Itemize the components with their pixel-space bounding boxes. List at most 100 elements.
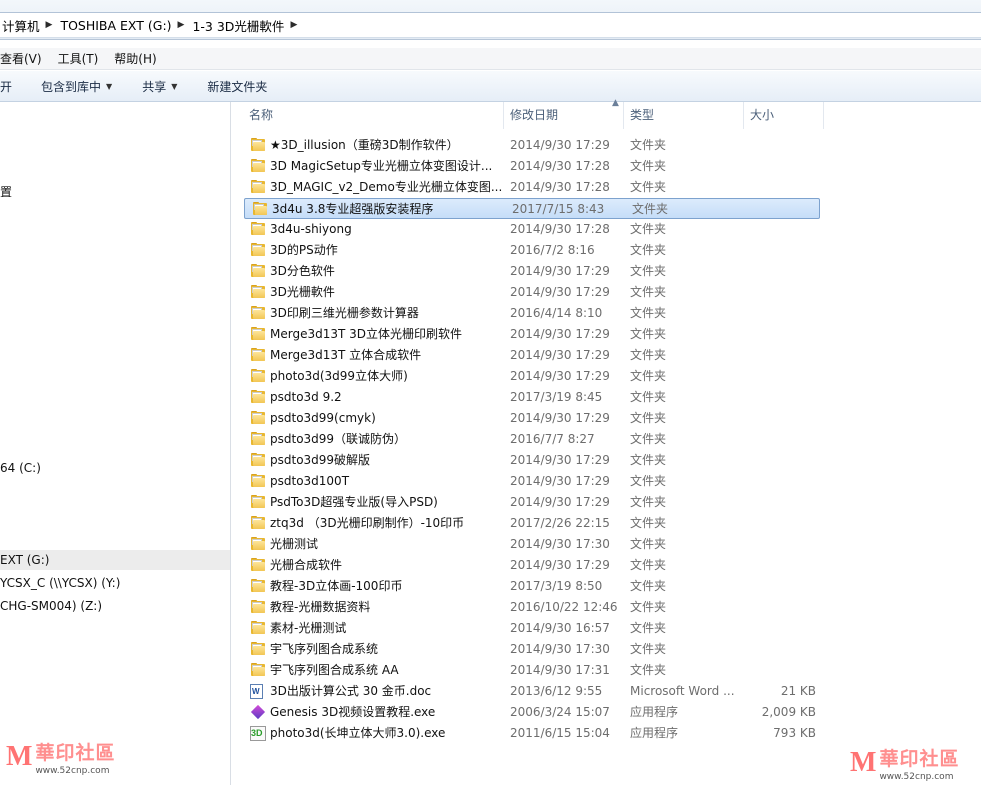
folder-icon (250, 222, 266, 236)
breadcrumb[interactable]: 计算机 ▶ TOSHIBA EXT (G:) ▶ 1-3 3D光栅軟件 ▶ (0, 12, 981, 38)
file-row[interactable]: 素材-光栅测试 2014/9/30 16:57 文件夹 (243, 618, 821, 639)
nav-item-drive-z[interactable]: CHG-SM004) (Z:) (0, 596, 102, 616)
column-size[interactable]: 大小 (744, 102, 824, 129)
file-name: 教程-3D立体画-100印币 (270, 579, 403, 593)
file-row[interactable]: 3d4u 3.8专业超强版安装程序 2017/7/15 8:43 文件夹 (244, 198, 820, 219)
file-type: 文件夹 (630, 600, 667, 614)
file-row[interactable]: psdto3d100T 2014/9/30 17:29 文件夹 (243, 471, 821, 492)
nav-item-drive-y[interactable]: YCSX_C (\\YCSX) (Y:) (0, 573, 120, 593)
folder-icon (250, 306, 266, 320)
column-date-modified[interactable]: 修改日期 (504, 102, 624, 129)
file-date-modified: 2014/9/30 17:29 (510, 285, 610, 299)
file-row[interactable]: ★3D_illusion（重磅3D制作软件） 2014/9/30 17:29 文件夹 (243, 135, 821, 156)
file-name: 3D出版计算公式 30 金币.doc (270, 684, 432, 698)
watermark-right: M 華印社區 www.52cnp.com (850, 748, 959, 783)
file-row[interactable]: 宇飞序列图合成系统 2014/9/30 17:30 文件夹 (243, 639, 821, 660)
file-date-modified: 2017/7/15 8:43 (512, 202, 605, 216)
file-row[interactable]: PsdTo3D超强专业版(导入PSD) 2014/9/30 17:29 文件夹 (243, 492, 821, 513)
watermark-title: 華印社區 (879, 748, 960, 770)
nav-item-drive-g[interactable]: EXT (G:) (0, 550, 230, 570)
file-type: 文件夹 (630, 264, 667, 278)
file-name: psdto3d100T (270, 474, 350, 488)
file-row[interactable]: 3D photo3d(长坤立体大师3.0).exe 2011/6/15 15:04 应… (243, 723, 821, 744)
menu-help[interactable]: 帮助(H) (114, 50, 156, 67)
caret-down-icon: ▼ (171, 81, 178, 91)
file-date-modified: 2014/9/30 17:29 (510, 495, 610, 509)
menu-view[interactable]: 查看(V) (0, 50, 42, 67)
file-row[interactable]: 3D光栅軟件 2014/9/30 17:29 文件夹 (243, 282, 821, 303)
file-type: 文件夹 (630, 642, 667, 656)
breadcrumb-drive[interactable]: TOSHIBA EXT (G:) (60, 18, 171, 33)
menu-tools[interactable]: 工具(T) (58, 50, 99, 67)
file-name: Merge3d13T 立体合成软件 (270, 348, 422, 362)
breadcrumb-computer[interactable]: 计算机 (2, 16, 40, 35)
file-name: photo3d(3d99立体大师) (270, 369, 408, 383)
file-type: 文件夹 (630, 516, 667, 530)
include-in-library-button[interactable]: 包含到库中 ▼ (41, 78, 112, 95)
breadcrumb-separator-icon[interactable]: ▶ (46, 20, 53, 30)
column-name[interactable]: 名称 (243, 102, 504, 129)
file-row[interactable]: photo3d(3d99立体大师) 2014/9/30 17:29 文件夹 (243, 366, 821, 387)
file-row[interactable]: 宇飞序列图合成系统 AA 2014/9/30 17:31 文件夹 (243, 660, 821, 681)
column-header: ▲ 名称 修改日期 类型 大小 (243, 98, 981, 129)
file-date-modified: 2014/9/30 17:28 (510, 159, 610, 173)
file-date-modified: 2014/9/30 17:29 (510, 474, 610, 488)
file-row[interactable]: W 3D出版计算公式 30 金币.doc 2013/6/12 9:55 Microso… (243, 681, 821, 702)
share-button[interactable]: 共享 ▼ (142, 78, 177, 95)
file-row[interactable]: 光栅测试 2014/9/30 17:30 文件夹 (243, 534, 821, 555)
file-name: 3d4u 3.8专业超强版安装程序 (272, 202, 434, 216)
file-name: 光栅合成软件 (270, 558, 343, 572)
file-name: ★3D_illusion（重磅3D制作软件） (270, 138, 459, 152)
folder-icon (250, 663, 266, 677)
nav-item-location[interactable]: 置 (0, 182, 12, 202)
file-row[interactable]: psdto3d99(cmyk) 2014/9/30 17:29 文件夹 (243, 408, 821, 429)
file-row[interactable]: psdto3d99破解版 2014/9/30 17:29 文件夹 (243, 450, 821, 471)
file-date-modified: 2014/9/30 17:28 (510, 180, 610, 194)
file-row[interactable]: 教程-3D立体画-100印币 2017/3/19 8:50 文件夹 (243, 576, 821, 597)
file-date-modified: 2017/3/19 8:50 (510, 579, 603, 593)
file-date-modified: 2016/7/2 8:16 (510, 243, 595, 257)
folder-icon (250, 327, 266, 341)
file-row[interactable]: 光栅合成软件 2014/9/30 17:29 文件夹 (243, 555, 821, 576)
file-row[interactable]: 3D MagicSetup专业光栅立体变图设计... 2014/9/30 17:2… (243, 156, 821, 177)
file-row[interactable]: psdto3d99（联诚防伪） 2016/7/7 8:27 文件夹 (243, 429, 821, 450)
file-row[interactable]: 3D分色软件 2014/9/30 17:29 文件夹 (243, 261, 821, 282)
file-name: PsdTo3D超强专业版(导入PSD) (270, 495, 438, 509)
file-row[interactable]: ztq3d （3D光栅印刷制作）-10印币 2017/2/26 22:15 文件夹 (243, 513, 821, 534)
column-type[interactable]: 类型 (624, 102, 744, 129)
folder-icon (250, 474, 266, 488)
file-row[interactable]: 3D_MAGIC_v2_Demo专业光栅立体变图... 2014/9/30 17:… (243, 177, 821, 198)
file-name: psdto3d99破解版 (270, 453, 371, 467)
breadcrumb-separator-icon[interactable]: ▶ (290, 20, 297, 30)
file-row[interactable]: 3D印刷三维光栅参数计算器 2016/4/14 8:10 文件夹 (243, 303, 821, 324)
command-bar: 开 包含到库中 ▼ 共享 ▼ 新建文件夹 (0, 71, 981, 102)
breadcrumb-separator-icon[interactable]: ▶ (178, 20, 185, 30)
file-type: 文件夹 (630, 180, 667, 194)
nav-item-drive-c[interactable]: 64 (C:) (0, 458, 41, 478)
file-row[interactable]: psdto3d 9.2 2017/3/19 8:45 文件夹 (243, 387, 821, 408)
file-name: Genesis 3D视频设置教程.exe (270, 705, 436, 719)
file-date-modified: 2014/9/30 17:29 (510, 138, 610, 152)
file-date-modified: 2014/9/30 17:29 (510, 369, 610, 383)
new-folder-button[interactable]: 新建文件夹 (207, 78, 267, 95)
genesis-exe-icon (250, 704, 266, 720)
file-date-modified: 2006/3/24 15:07 (510, 705, 610, 719)
file-row[interactable]: 3D的PS动作 2016/7/2 8:16 文件夹 (243, 240, 821, 261)
file-row[interactable]: Merge3d13T 3D立体光栅印刷软件 2014/9/30 17:29 文件夹 (243, 324, 821, 345)
watermark-logo: M (6, 741, 33, 772)
folder-icon (250, 495, 266, 509)
navigation-pane[interactable]: 置 64 (C:) EXT (G:) YCSX_C (\\YCSX) (Y:) … (0, 102, 231, 785)
file-name: 教程-光栅数据资料 (270, 600, 371, 614)
file-date-modified: 2014/9/30 17:30 (510, 642, 610, 656)
open-button[interactable]: 开 (0, 78, 12, 95)
folder-icon (250, 537, 266, 551)
folder-icon (250, 348, 266, 362)
folder-icon (250, 390, 266, 404)
file-row[interactable]: Genesis 3D视频设置教程.exe 2006/3/24 15:07 应用程序 2… (243, 702, 821, 723)
file-row[interactable]: Merge3d13T 立体合成软件 2014/9/30 17:29 文件夹 (243, 345, 821, 366)
folder-icon (250, 180, 266, 194)
file-name: 3D印刷三维光栅参数计算器 (270, 306, 419, 320)
file-row[interactable]: 3d4u-shiyong 2014/9/30 17:28 文件夹 (243, 219, 821, 240)
file-row[interactable]: 教程-光栅数据资料 2016/10/22 12:46 文件夹 (243, 597, 821, 618)
breadcrumb-folder[interactable]: 1-3 3D光栅軟件 (192, 16, 284, 35)
